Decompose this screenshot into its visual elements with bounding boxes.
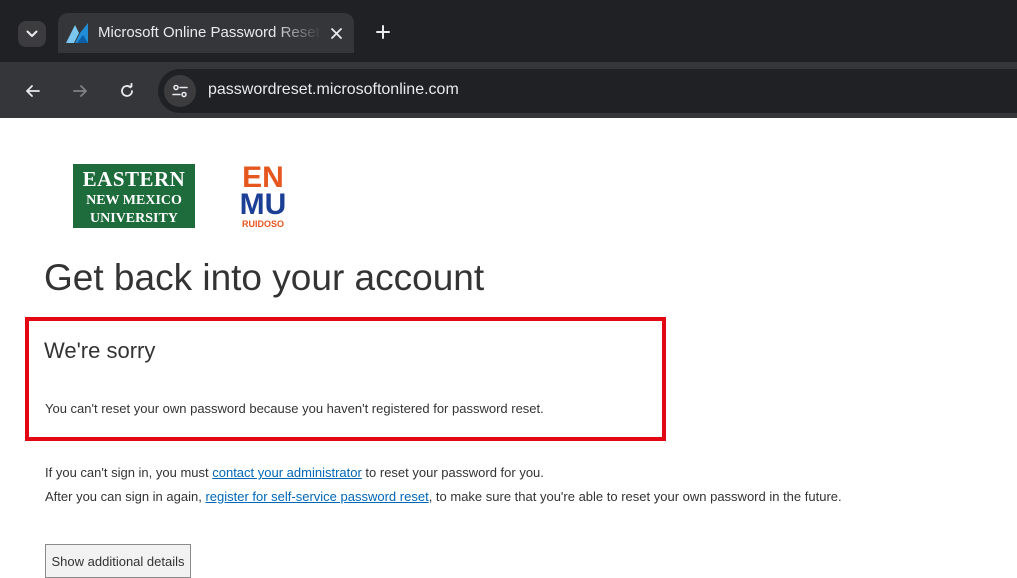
eastern-new-mexico-university-logo: EASTERN NEW MEXICO UNIVERSITY — [73, 164, 195, 228]
enmu-logo-line3: UNIVERSITY — [90, 211, 178, 226]
chevron-down-icon — [26, 30, 38, 37]
help-line1-before: If you can't sign in, you must — [45, 465, 213, 480]
arrow-left-icon — [26, 85, 40, 97]
show-additional-details-button[interactable]: Show additional details — [45, 544, 191, 578]
enmu-ruidoso-logo: EN MU RUIDOSO — [240, 162, 287, 229]
browser-tab-active[interactable]: Microsoft Online Password Reset — [58, 13, 354, 53]
back-button[interactable] — [22, 80, 44, 102]
password-reset-favicon-icon — [66, 23, 88, 43]
address-bar[interactable]: passwordreset.microsoftonline.com — [158, 69, 1017, 113]
register-sspr-link[interactable]: register for self-service password reset — [205, 489, 428, 504]
reload-button[interactable] — [116, 80, 138, 102]
tune-icon — [172, 84, 188, 98]
enmu-logo-line1: EASTERN — [83, 167, 186, 191]
tab-close-button[interactable] — [326, 23, 346, 43]
arrow-right-icon — [73, 85, 87, 97]
tab-title: Microsoft Online Password Reset — [98, 24, 320, 41]
error-highlight-box — [25, 317, 666, 441]
plus-icon — [376, 25, 390, 39]
reload-icon — [121, 83, 133, 97]
page-title: Get back into your account — [44, 257, 485, 298]
help-text-register: After you can sign in again, register fo… — [45, 489, 842, 504]
browser-toolbar: passwordreset.microsoftonline.com — [0, 62, 1017, 118]
ruidoso-logo-caption: RUIDOSO — [242, 219, 284, 229]
close-icon — [330, 27, 342, 39]
error-heading: We're sorry — [44, 338, 156, 363]
url-text[interactable]: passwordreset.microsoftonline.com — [208, 81, 459, 99]
help-line2-before: After you can sign in again, — [45, 489, 206, 504]
browser-tab-strip: Microsoft Online Password Reset — [0, 0, 1017, 62]
enmu-logo-line2: NEW MEXICO — [86, 193, 182, 208]
error-message: You can't reset your own password becaus… — [45, 401, 544, 416]
tab-search-button[interactable] — [18, 21, 46, 47]
help-text-administrator: If you can't sign in, you must contact y… — [45, 465, 544, 480]
site-info-button[interactable] — [164, 75, 196, 107]
help-line1-after: to reset your password for you. — [361, 465, 544, 480]
new-tab-button[interactable] — [373, 22, 393, 42]
ruidoso-logo-bottom-letters: MU — [240, 188, 287, 221]
contact-administrator-link[interactable]: contact your administrator — [212, 465, 362, 480]
help-line2-after: , to make sure that you're able to reset… — [428, 489, 842, 504]
forward-button[interactable] — [69, 80, 91, 102]
